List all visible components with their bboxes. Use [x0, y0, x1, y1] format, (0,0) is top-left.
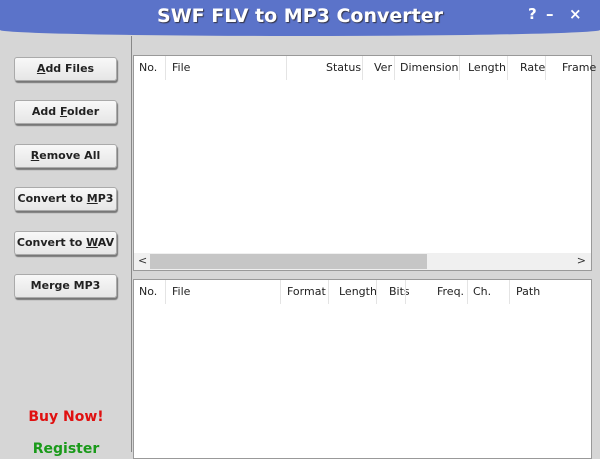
col-channels[interactable]: Ch.	[473, 285, 491, 298]
merge-mp3-button[interactable]: Merge MP3	[14, 274, 117, 298]
col-rate[interactable]: Rate	[520, 61, 545, 74]
col-frame[interactable]: Frame	[562, 61, 596, 74]
col-freq[interactable]: Freq.	[437, 285, 464, 298]
add-files-button[interactable]: Add Files	[14, 57, 117, 81]
scrollbar-thumb[interactable]	[150, 254, 427, 269]
title-bar: SWF FLV to MP3 Converter ? – ×	[0, 0, 600, 36]
col-bits[interactable]: Bits	[389, 285, 410, 298]
remove-all-button[interactable]: Remove All	[14, 144, 117, 168]
minimize-button[interactable]: –	[546, 5, 554, 23]
convert-to-mp3-button[interactable]: Convert to MP3	[14, 187, 117, 211]
scroll-right-arrow-icon[interactable]: >	[577, 254, 586, 267]
convert-to-wav-button[interactable]: Convert to WAV	[14, 231, 117, 255]
col-format[interactable]: Format	[287, 285, 326, 298]
output-list-header: No. File Format Length Bits Freq. Ch. Pa…	[134, 280, 591, 304]
col-no[interactable]: No.	[139, 61, 157, 74]
close-button[interactable]: ×	[569, 5, 582, 23]
col-ver[interactable]: Ver	[374, 61, 392, 74]
output-file-list[interactable]: No. File Format Length Bits Freq. Ch. Pa…	[133, 279, 592, 459]
buy-now-link[interactable]: Buy Now!	[0, 409, 132, 425]
help-button[interactable]: ?	[528, 5, 537, 23]
col-length[interactable]: Length	[468, 61, 506, 74]
register-link[interactable]: Register	[0, 441, 132, 457]
col-dimension[interactable]: Dimension	[400, 61, 458, 74]
source-list-header: No. File Status Ver Dimension Length Rat…	[134, 56, 596, 80]
col-length[interactable]: Length	[339, 285, 377, 298]
col-status[interactable]: Status	[326, 61, 361, 74]
col-path[interactable]: Path	[516, 285, 540, 298]
window-title: SWF FLV to MP3 Converter	[157, 5, 443, 27]
add-folder-button[interactable]: Add Folder	[14, 100, 117, 124]
col-file[interactable]: File	[172, 285, 190, 298]
col-file[interactable]: File	[172, 61, 190, 74]
horizontal-scrollbar[interactable]: < >	[134, 253, 591, 270]
source-file-list[interactable]: No. File Status Ver Dimension Length Rat…	[133, 55, 596, 271]
scroll-left-arrow-icon[interactable]: <	[138, 254, 147, 267]
col-no[interactable]: No.	[139, 285, 157, 298]
sidebar: Add Files Add Folder Remove All Convert …	[0, 36, 132, 457]
